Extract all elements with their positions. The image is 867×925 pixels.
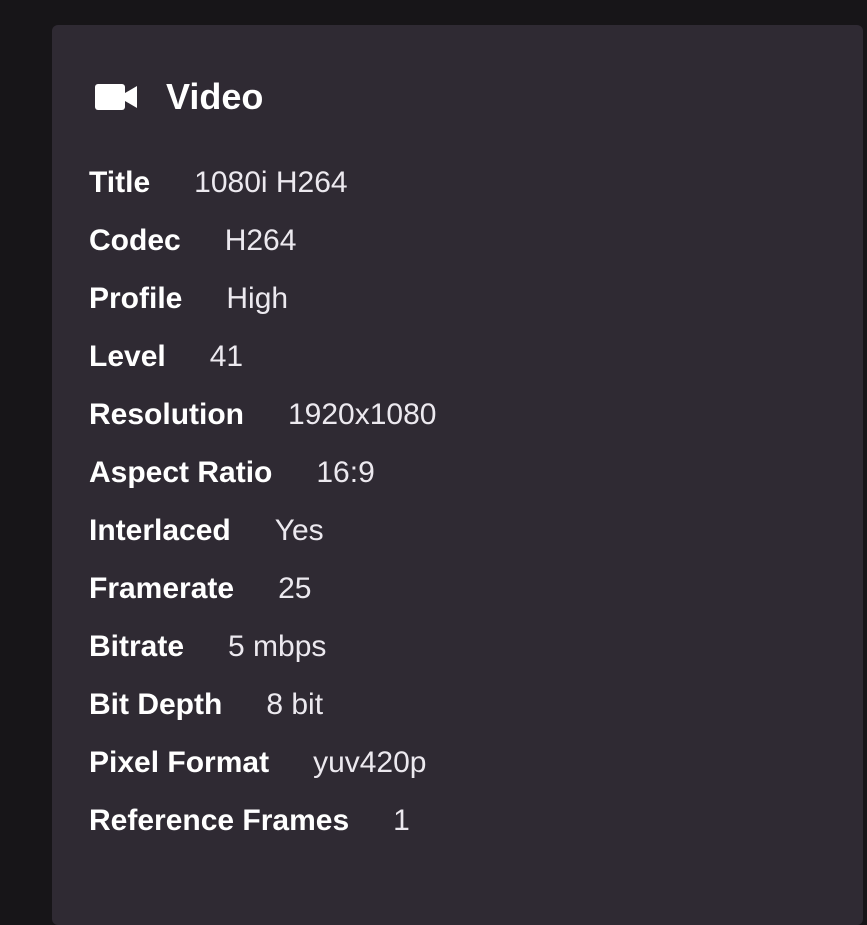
property-row-title: Title 1080i H264 (89, 166, 436, 224)
property-value: 25 (278, 572, 312, 605)
property-label: Level (89, 340, 166, 373)
property-row-bit-depth: Bit Depth 8 bit (89, 688, 436, 746)
property-row-codec: Codec H264 (89, 224, 436, 282)
property-row-aspect-ratio: Aspect Ratio 16:9 (89, 456, 436, 514)
property-label: Pixel Format (89, 746, 270, 779)
property-label: Codec (89, 224, 181, 257)
video-info-card: Video Title 1080i H264 Codec H264 Profil… (52, 25, 863, 925)
property-row-framerate: Framerate 25 (89, 572, 436, 630)
property-row-interlaced: Interlaced Yes (89, 514, 436, 572)
property-label: Title (89, 166, 151, 199)
video-properties-list: Title 1080i H264 Codec H264 Profile High… (89, 166, 436, 862)
property-row-level: Level 41 (89, 340, 436, 398)
video-camera-icon (95, 82, 137, 112)
property-value: H264 (224, 224, 297, 257)
property-label: Reference Frames (89, 804, 350, 837)
property-row-reference-frames: Reference Frames 1 (89, 804, 436, 862)
property-value: 1920x1080 (288, 398, 437, 431)
property-row-profile: Profile High (89, 282, 436, 340)
property-label: Aspect Ratio (89, 456, 273, 489)
property-row-bitrate: Bitrate 5 mbps (89, 630, 436, 688)
property-label: Profile (89, 282, 183, 315)
property-label: Resolution (89, 398, 244, 431)
property-value: Yes (274, 514, 324, 547)
property-value: 41 (209, 340, 244, 373)
property-value: 1080i H264 (194, 166, 348, 199)
card-header: Video (95, 75, 263, 119)
property-label: Interlaced (89, 514, 231, 547)
property-value: 5 mbps (228, 630, 327, 663)
property-row-pixel-format: Pixel Format yuv420p (89, 746, 436, 804)
property-row-resolution: Resolution 1920x1080 (89, 398, 436, 456)
property-label: Bit Depth (89, 688, 223, 721)
property-value: 1 (393, 804, 410, 837)
property-label: Bitrate (89, 630, 185, 663)
property-label: Framerate (89, 572, 235, 605)
card-title: Video (166, 76, 264, 117)
property-value: yuv420p (313, 746, 427, 779)
property-value: 16:9 (316, 456, 375, 489)
property-value: 8 bit (266, 688, 324, 721)
property-value: High (226, 282, 289, 315)
